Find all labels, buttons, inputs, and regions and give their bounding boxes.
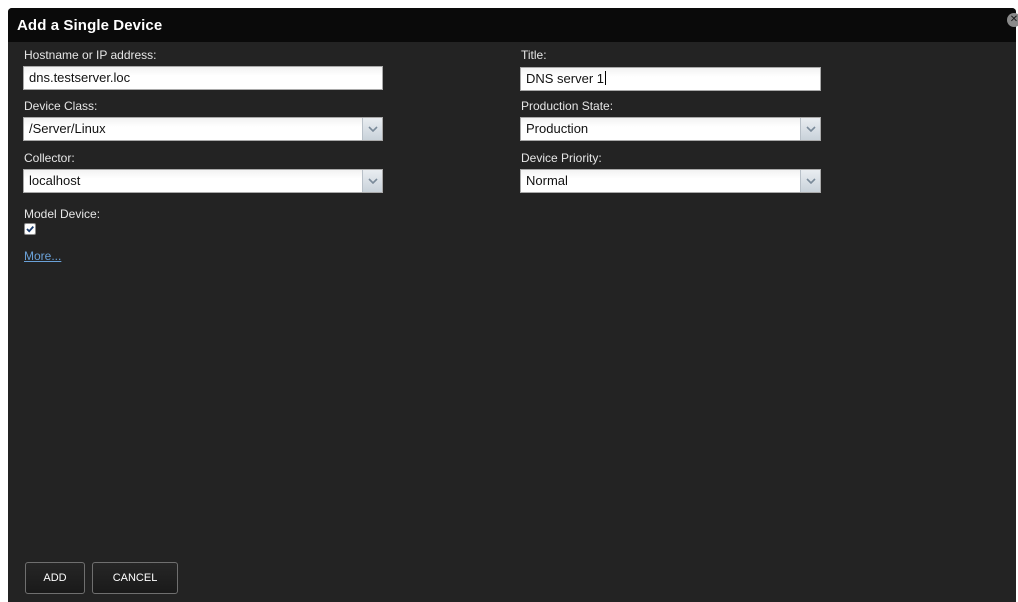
device-priority-dropdown-trigger[interactable] [800, 170, 820, 192]
add-device-dialog: Add a Single Device ✕ Hostname or IP add… [8, 8, 1018, 602]
dialog-title: Add a Single Device [17, 17, 163, 34]
model-device-label: Model Device: [24, 207, 101, 221]
title-value: DNS server 1 [526, 71, 605, 86]
device-class-value: /Server/Linux [29, 121, 106, 136]
chevron-down-icon [368, 178, 378, 184]
collector-select[interactable]: localhost [23, 169, 383, 193]
collector-value: localhost [29, 173, 81, 188]
production-state-label: Production State: [521, 99, 614, 113]
close-icon[interactable]: ✕ [1007, 13, 1018, 27]
collector-dropdown-trigger[interactable] [362, 170, 382, 192]
collector-label: Collector: [24, 151, 75, 165]
device-priority-value: Normal [526, 173, 568, 188]
device-priority-select[interactable]: Normal [520, 169, 821, 193]
device-class-select[interactable]: /Server/Linux [23, 117, 383, 141]
text-cursor [605, 71, 607, 85]
dialog-titlebar: Add a Single Device ✕ [8, 8, 1018, 42]
model-device-checkbox[interactable] [24, 223, 36, 235]
chevron-down-icon [806, 126, 816, 132]
more-link[interactable]: More... [24, 249, 61, 263]
checkmark-icon [26, 226, 34, 233]
production-state-select[interactable]: Production [520, 117, 821, 141]
hostname-input[interactable]: dns.testserver.loc [23, 66, 383, 90]
production-state-dropdown-trigger[interactable] [800, 118, 820, 140]
cancel-button[interactable]: CANCEL [92, 562, 178, 594]
add-button[interactable]: ADD [25, 562, 85, 594]
device-priority-label: Device Priority: [521, 151, 602, 165]
device-class-label: Device Class: [24, 99, 98, 113]
title-label: Title: [521, 48, 547, 62]
hostname-label: Hostname or IP address: [24, 48, 157, 62]
hostname-value: dns.testserver.loc [29, 70, 131, 85]
chevron-down-icon [368, 126, 378, 132]
production-state-value: Production [526, 121, 589, 136]
title-input[interactable]: DNS server 1 [520, 67, 821, 91]
chevron-down-icon [806, 178, 816, 184]
device-class-dropdown-trigger[interactable] [362, 118, 382, 140]
